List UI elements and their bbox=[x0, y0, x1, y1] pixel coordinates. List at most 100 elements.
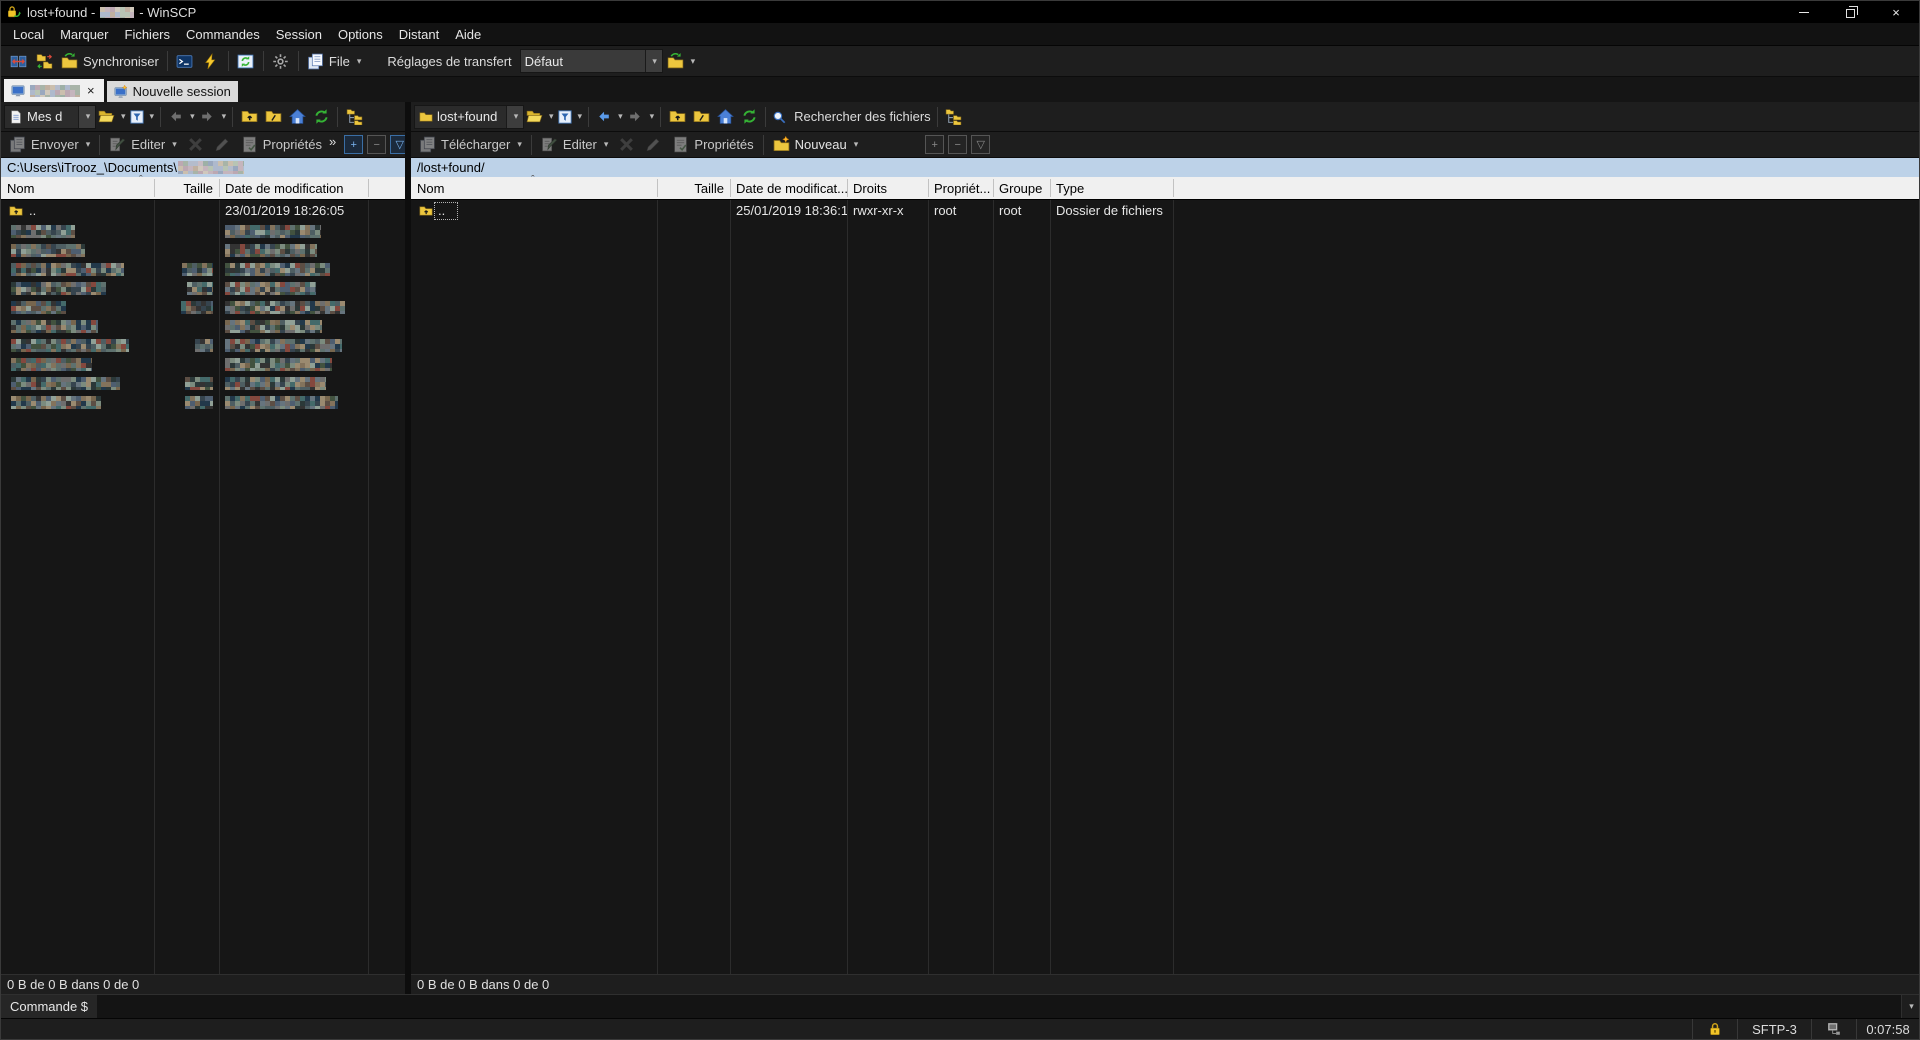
local-forward-button[interactable]: ▾ bbox=[197, 105, 229, 129]
remote-back-button[interactable]: ▾ bbox=[593, 105, 625, 129]
column-header-date[interactable]: Date de modification bbox=[219, 177, 368, 199]
remote-root-directory-button[interactable] bbox=[689, 105, 713, 129]
tab-close-icon[interactable]: × bbox=[85, 83, 97, 98]
open-in-putty-button[interactable] bbox=[198, 48, 224, 74]
redacted-file-row[interactable] bbox=[1, 279, 405, 298]
connection-status-cell[interactable] bbox=[1812, 1019, 1857, 1039]
chevron-down-icon[interactable]: ▾ bbox=[78, 106, 95, 128]
column-header-name[interactable]: Nom bbox=[1, 177, 154, 199]
toolbar-separator bbox=[160, 107, 161, 127]
remote-parent-row[interactable]: .. 25/01/2019 18:36:10 rwxr-xr-x root ro… bbox=[411, 200, 1919, 221]
local-rename-button[interactable] bbox=[209, 133, 236, 157]
local-refresh-button[interactable] bbox=[309, 105, 333, 129]
overflow-chevron-icon[interactable]: » bbox=[329, 134, 336, 149]
upload-button[interactable]: Envoyer▾ bbox=[4, 133, 95, 157]
redacted-file-row[interactable] bbox=[1, 393, 405, 412]
find-files-button[interactable]: Rechercher des fichiers bbox=[770, 105, 933, 129]
folder-root-icon bbox=[693, 108, 710, 125]
menu-commandes[interactable]: Commandes bbox=[178, 23, 268, 45]
column-header-date[interactable]: Date de modificat... bbox=[730, 177, 847, 199]
compare-directories-button[interactable] bbox=[31, 48, 57, 74]
remote-tree-button[interactable] bbox=[942, 105, 966, 129]
session-tab-current[interactable]: × bbox=[4, 79, 104, 102]
redacted-file-row[interactable] bbox=[1, 222, 405, 241]
remote-filter-button[interactable]: ▾ bbox=[556, 105, 585, 129]
remote-file-list[interactable]: .. 25/01/2019 18:36:10 rwxr-xr-x root ro… bbox=[411, 200, 1919, 974]
close-button[interactable]: × bbox=[1873, 1, 1919, 23]
queue-button[interactable]: File▾ bbox=[303, 48, 365, 74]
redacted-file-row[interactable] bbox=[1, 374, 405, 393]
column-header-owner[interactable]: Propriét... bbox=[928, 177, 993, 199]
redacted-file-row[interactable] bbox=[1, 336, 405, 355]
remote-delete-button[interactable] bbox=[613, 133, 640, 157]
swap-panels-button[interactable] bbox=[5, 48, 31, 74]
remote-rename-button[interactable] bbox=[640, 133, 667, 157]
local-parent-row[interactable]: .. 23/01/2019 18:26:05 bbox=[1, 200, 405, 221]
download-button[interactable]: Télécharger▾ bbox=[414, 133, 527, 157]
remote-open-directory-button[interactable]: ▾ bbox=[524, 105, 556, 129]
remote-parent-directory-button[interactable] bbox=[665, 105, 689, 129]
local-file-list[interactable]: .. 23/01/2019 18:26:05 bbox=[1, 200, 405, 974]
local-open-directory-button[interactable]: ▾ bbox=[96, 105, 128, 129]
redacted-file-row[interactable] bbox=[1, 260, 405, 279]
redacted-file-row[interactable] bbox=[1, 317, 405, 336]
remote-home-directory-button[interactable] bbox=[713, 105, 737, 129]
local-filter-button[interactable]: ▾ bbox=[128, 105, 157, 129]
protocol-status-cell[interactable]: SFTP-3 bbox=[1738, 1019, 1812, 1039]
menu-session[interactable]: Session bbox=[268, 23, 330, 45]
redacted-file-row[interactable] bbox=[1, 355, 405, 374]
synchronize-button[interactable]: Synchroniser bbox=[57, 48, 163, 74]
local-root-directory-button[interactable] bbox=[261, 105, 285, 129]
remote-remove-filter-toggle[interactable]: − bbox=[948, 135, 967, 154]
restore-button[interactable] bbox=[1827, 1, 1873, 23]
column-header-size[interactable]: Taille bbox=[154, 177, 219, 199]
menu-marquer[interactable]: Marquer bbox=[52, 23, 116, 45]
menu-options[interactable]: Options bbox=[330, 23, 391, 45]
rename-icon bbox=[645, 136, 662, 153]
remote-path-bar[interactable]: /lost+found/ bbox=[411, 158, 1919, 177]
remote-directory-combo[interactable]: lost+found ▾ bbox=[414, 105, 524, 129]
local-remove-filter-toggle[interactable]: − bbox=[367, 135, 386, 154]
local-properties-button[interactable]: Propriétés bbox=[236, 133, 327, 157]
menu-aide[interactable]: Aide bbox=[447, 23, 489, 45]
menu-distant[interactable]: Distant bbox=[391, 23, 447, 45]
remote-edit-button[interactable]: Editer▾ bbox=[536, 133, 614, 157]
menu-local[interactable]: Local bbox=[5, 23, 52, 45]
new-button[interactable]: Nouveau▾ bbox=[768, 133, 864, 157]
refresh-session-button[interactable] bbox=[233, 48, 259, 74]
drive-combo[interactable]: Mes d ▾ bbox=[4, 105, 96, 129]
column-header-type[interactable]: Type bbox=[1050, 177, 1173, 199]
preferences-button[interactable] bbox=[268, 48, 294, 74]
local-add-filter-toggle[interactable]: + bbox=[344, 135, 363, 154]
minimize-button[interactable] bbox=[1781, 1, 1827, 23]
menu-fichiers[interactable]: Fichiers bbox=[117, 23, 179, 45]
local-parent-directory-button[interactable] bbox=[237, 105, 261, 129]
command-history-dropdown[interactable]: ▾ bbox=[1901, 995, 1919, 1018]
column-header-rights[interactable]: Droits bbox=[847, 177, 928, 199]
open-console-button[interactable] bbox=[172, 48, 198, 74]
transfer-settings-combo[interactable]: Défaut ▾ bbox=[520, 49, 663, 73]
local-back-button[interactable]: ▾ bbox=[165, 105, 197, 129]
redacted-file-row[interactable] bbox=[1, 241, 405, 260]
column-header-group[interactable]: Groupe bbox=[993, 177, 1050, 199]
filter-icon bbox=[130, 110, 144, 124]
local-home-directory-button[interactable] bbox=[285, 105, 309, 129]
chevron-down-icon[interactable]: ▾ bbox=[506, 106, 523, 128]
local-path-bar[interactable]: C:\Users\iTrooz_\Documents\ bbox=[1, 158, 405, 177]
local-delete-button[interactable] bbox=[182, 133, 209, 157]
encryption-status-cell[interactable] bbox=[1693, 1019, 1738, 1039]
local-edit-button[interactable]: Editer▾ bbox=[104, 133, 182, 157]
remote-forward-button[interactable]: ▾ bbox=[625, 105, 657, 129]
command-input[interactable] bbox=[97, 995, 1901, 1018]
remote-properties-button[interactable]: Propriétés bbox=[667, 133, 758, 157]
home-icon bbox=[289, 108, 306, 125]
session-tab-new[interactable]: Nouvelle session bbox=[107, 81, 238, 102]
remote-add-filter-toggle[interactable]: + bbox=[925, 135, 944, 154]
redacted-file-row[interactable] bbox=[1, 298, 405, 317]
transfer-preset-button[interactable]: ▾ bbox=[663, 48, 700, 74]
remote-filter-toggle[interactable]: ▽ bbox=[971, 135, 990, 154]
remote-refresh-button[interactable] bbox=[737, 105, 761, 129]
chevron-down-icon[interactable]: ▾ bbox=[645, 50, 662, 72]
local-tree-button[interactable] bbox=[342, 105, 366, 129]
column-header-size[interactable]: Taille bbox=[657, 177, 730, 199]
